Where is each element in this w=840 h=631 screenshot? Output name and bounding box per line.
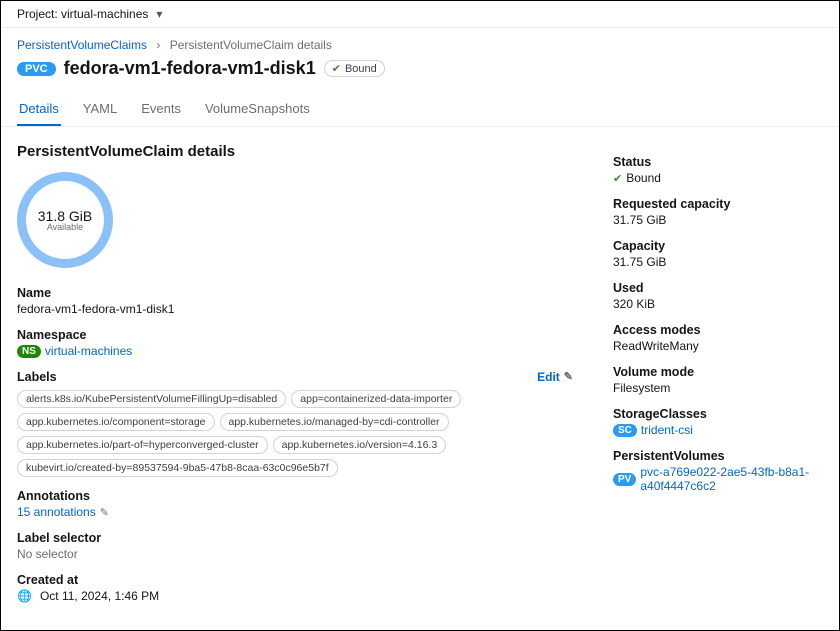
tab-bar: Details YAML Events VolumeSnapshots [1, 93, 839, 127]
breadcrumb-current: PersistentVolumeClaim details [170, 38, 332, 52]
used-value: 320 KiB [613, 297, 823, 311]
edit-text: Edit [537, 370, 560, 384]
project-bar: Project: virtual-machines ▾ [1, 1, 839, 28]
check-circle-icon: ✔ [332, 62, 341, 75]
requested-capacity-label: Requested capacity [613, 197, 823, 211]
name-label: Name [17, 286, 573, 300]
page-header: PVC fedora-vm1-fedora-vm1-disk1 ✔ Bound [1, 52, 839, 93]
annotations-link[interactable]: 15 annotations [17, 505, 96, 519]
pencil-icon: ✎ [564, 370, 573, 384]
tab-events[interactable]: Events [139, 93, 183, 126]
tab-yaml[interactable]: YAML [81, 93, 119, 126]
created-at-label: Created at [17, 573, 573, 587]
volume-mode-value: Filesystem [613, 381, 823, 395]
content-area: PersistentVolumeClaim details 31.8 GiB A… [1, 127, 839, 619]
used-label: Used [613, 281, 823, 295]
namespace-link[interactable]: virtual-machines [45, 344, 132, 358]
requested-capacity-value: 31.75 GiB [613, 213, 823, 227]
pv-badge-icon: PV [613, 473, 636, 486]
tab-details[interactable]: Details [17, 93, 61, 126]
edit-labels-button[interactable]: Edit ✎ [537, 370, 573, 384]
label-selector-value: No selector [17, 547, 573, 561]
storageclass-link[interactable]: trident-csi [641, 423, 693, 437]
persistentvolumes-label: PersistentVolumes [613, 449, 823, 463]
label-chip[interactable]: app.kubernetes.io/part-of=hyperconverged… [17, 436, 268, 454]
status-badge: ✔ Bound [324, 60, 385, 77]
tab-volumesnapshots[interactable]: VolumeSnapshots [203, 93, 312, 126]
breadcrumb-root[interactable]: PersistentVolumeClaims [17, 38, 147, 52]
label-chip[interactable]: kubevirt.io/created-by=89537594-9ba5-47b… [17, 459, 338, 477]
access-modes-value: ReadWriteMany [613, 339, 823, 353]
breadcrumb: PersistentVolumeClaims › PersistentVolum… [1, 28, 839, 52]
status-text: Bound [345, 63, 377, 75]
status-value: Bound [626, 171, 661, 185]
storageclasses-label: StorageClasses [613, 407, 823, 421]
section-heading: PersistentVolumeClaim details [17, 143, 573, 160]
globe-icon: 🌐 [17, 589, 32, 603]
chevron-right-icon: › [156, 38, 160, 52]
page-title: fedora-vm1-fedora-vm1-disk1 [64, 58, 316, 79]
labels-label: Labels [17, 370, 57, 384]
capacity-label: Capacity [613, 239, 823, 253]
check-circle-icon: ✔ [613, 172, 622, 185]
capacity-donut: 31.8 GiB Available [17, 172, 113, 268]
status-label: Status [613, 155, 823, 169]
labels-chips: alerts.k8s.io/KubePersistentVolumeFillin… [17, 390, 573, 477]
namespace-badge-icon: NS [17, 345, 41, 358]
sc-badge-icon: SC [613, 424, 637, 437]
pencil-icon[interactable]: ✎ [100, 506, 109, 519]
label-chip[interactable]: app.kubernetes.io/component=storage [17, 413, 215, 431]
label-chip[interactable]: alerts.k8s.io/KubePersistentVolumeFillin… [17, 390, 286, 408]
persistentvolume-link[interactable]: pvc-a769e022-2ae5-43fb-b8a1-a40f4447c6c2 [640, 465, 823, 493]
label-chip[interactable]: app.kubernetes.io/version=4.16.3 [273, 436, 447, 454]
pvc-badge: PVC [17, 62, 56, 76]
annotations-label: Annotations [17, 489, 573, 503]
namespace-label: Namespace [17, 328, 573, 342]
access-modes-label: Access modes [613, 323, 823, 337]
name-value: fedora-vm1-fedora-vm1-disk1 [17, 302, 573, 316]
right-column: Status ✔ Bound Requested capacity 31.75 … [613, 143, 823, 603]
donut-caption: Available [47, 222, 83, 232]
chevron-down-icon[interactable]: ▾ [156, 7, 162, 21]
volume-mode-label: Volume mode [613, 365, 823, 379]
left-column: PersistentVolumeClaim details 31.8 GiB A… [17, 143, 573, 603]
created-at-value: Oct 11, 2024, 1:46 PM [40, 589, 159, 603]
label-selector-label: Label selector [17, 531, 573, 545]
label-chip[interactable]: app=containerized-data-importer [291, 390, 461, 408]
label-chip[interactable]: app.kubernetes.io/managed-by=cdi-control… [220, 413, 449, 431]
project-selector[interactable]: Project: virtual-machines [17, 7, 148, 21]
capacity-value: 31.75 GiB [613, 255, 823, 269]
